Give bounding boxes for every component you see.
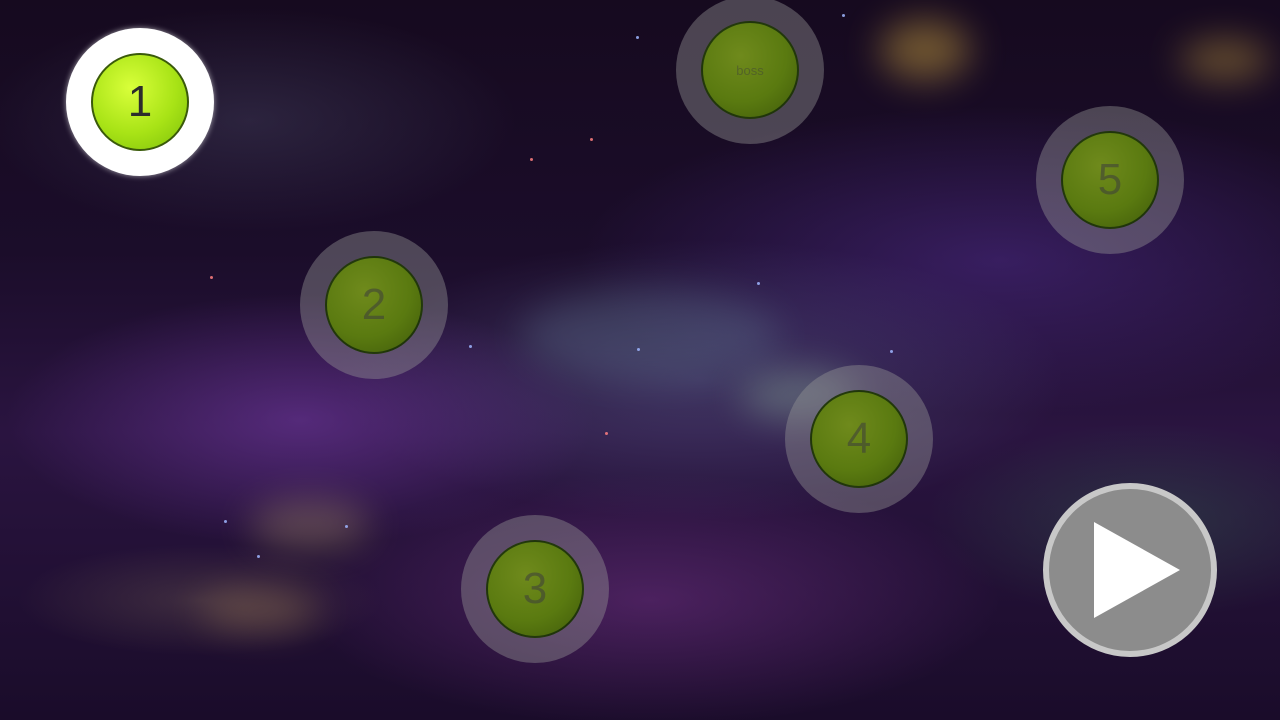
star	[530, 158, 533, 161]
star	[842, 14, 845, 17]
level-1-label: 1	[127, 77, 153, 126]
star	[590, 138, 593, 141]
nebula-wisp	[880, 20, 970, 80]
star	[636, 36, 639, 39]
level-4-label: 4	[846, 414, 872, 463]
play-icon	[1094, 522, 1180, 618]
nebula-wisp	[520, 290, 780, 380]
star	[345, 525, 348, 528]
level-5-button[interactable]: 5	[1036, 106, 1184, 254]
star	[605, 432, 608, 435]
level-select-screen: 1 2 3 4 5 boss	[0, 0, 1280, 720]
level-1-button[interactable]: 1	[66, 28, 214, 176]
level-2-button[interactable]: 2	[300, 231, 448, 379]
star	[757, 282, 760, 285]
level-3-orb: 3	[486, 540, 584, 638]
level-4-orb: 4	[810, 390, 908, 488]
nebula-wisp	[1180, 40, 1270, 80]
boss-level-label: boss	[736, 62, 764, 78]
level-3-label: 3	[522, 564, 548, 613]
level-3-button[interactable]: 3	[461, 515, 609, 663]
level-5-orb: 5	[1061, 131, 1159, 229]
star	[210, 276, 213, 279]
level-2-label: 2	[361, 280, 387, 329]
star	[224, 520, 227, 523]
star	[257, 555, 260, 558]
level-5-label: 5	[1097, 155, 1123, 204]
nebula-wisp	[250, 500, 370, 550]
boss-level-orb: boss	[701, 21, 799, 119]
star	[890, 350, 893, 353]
star	[637, 348, 640, 351]
level-4-button[interactable]: 4	[785, 365, 933, 513]
play-button[interactable]	[1043, 483, 1217, 657]
star	[469, 345, 472, 348]
level-2-orb: 2	[325, 256, 423, 354]
level-1-orb: 1	[91, 53, 189, 151]
nebula-wisp	[200, 590, 320, 630]
boss-level-button[interactable]: boss	[676, 0, 824, 144]
